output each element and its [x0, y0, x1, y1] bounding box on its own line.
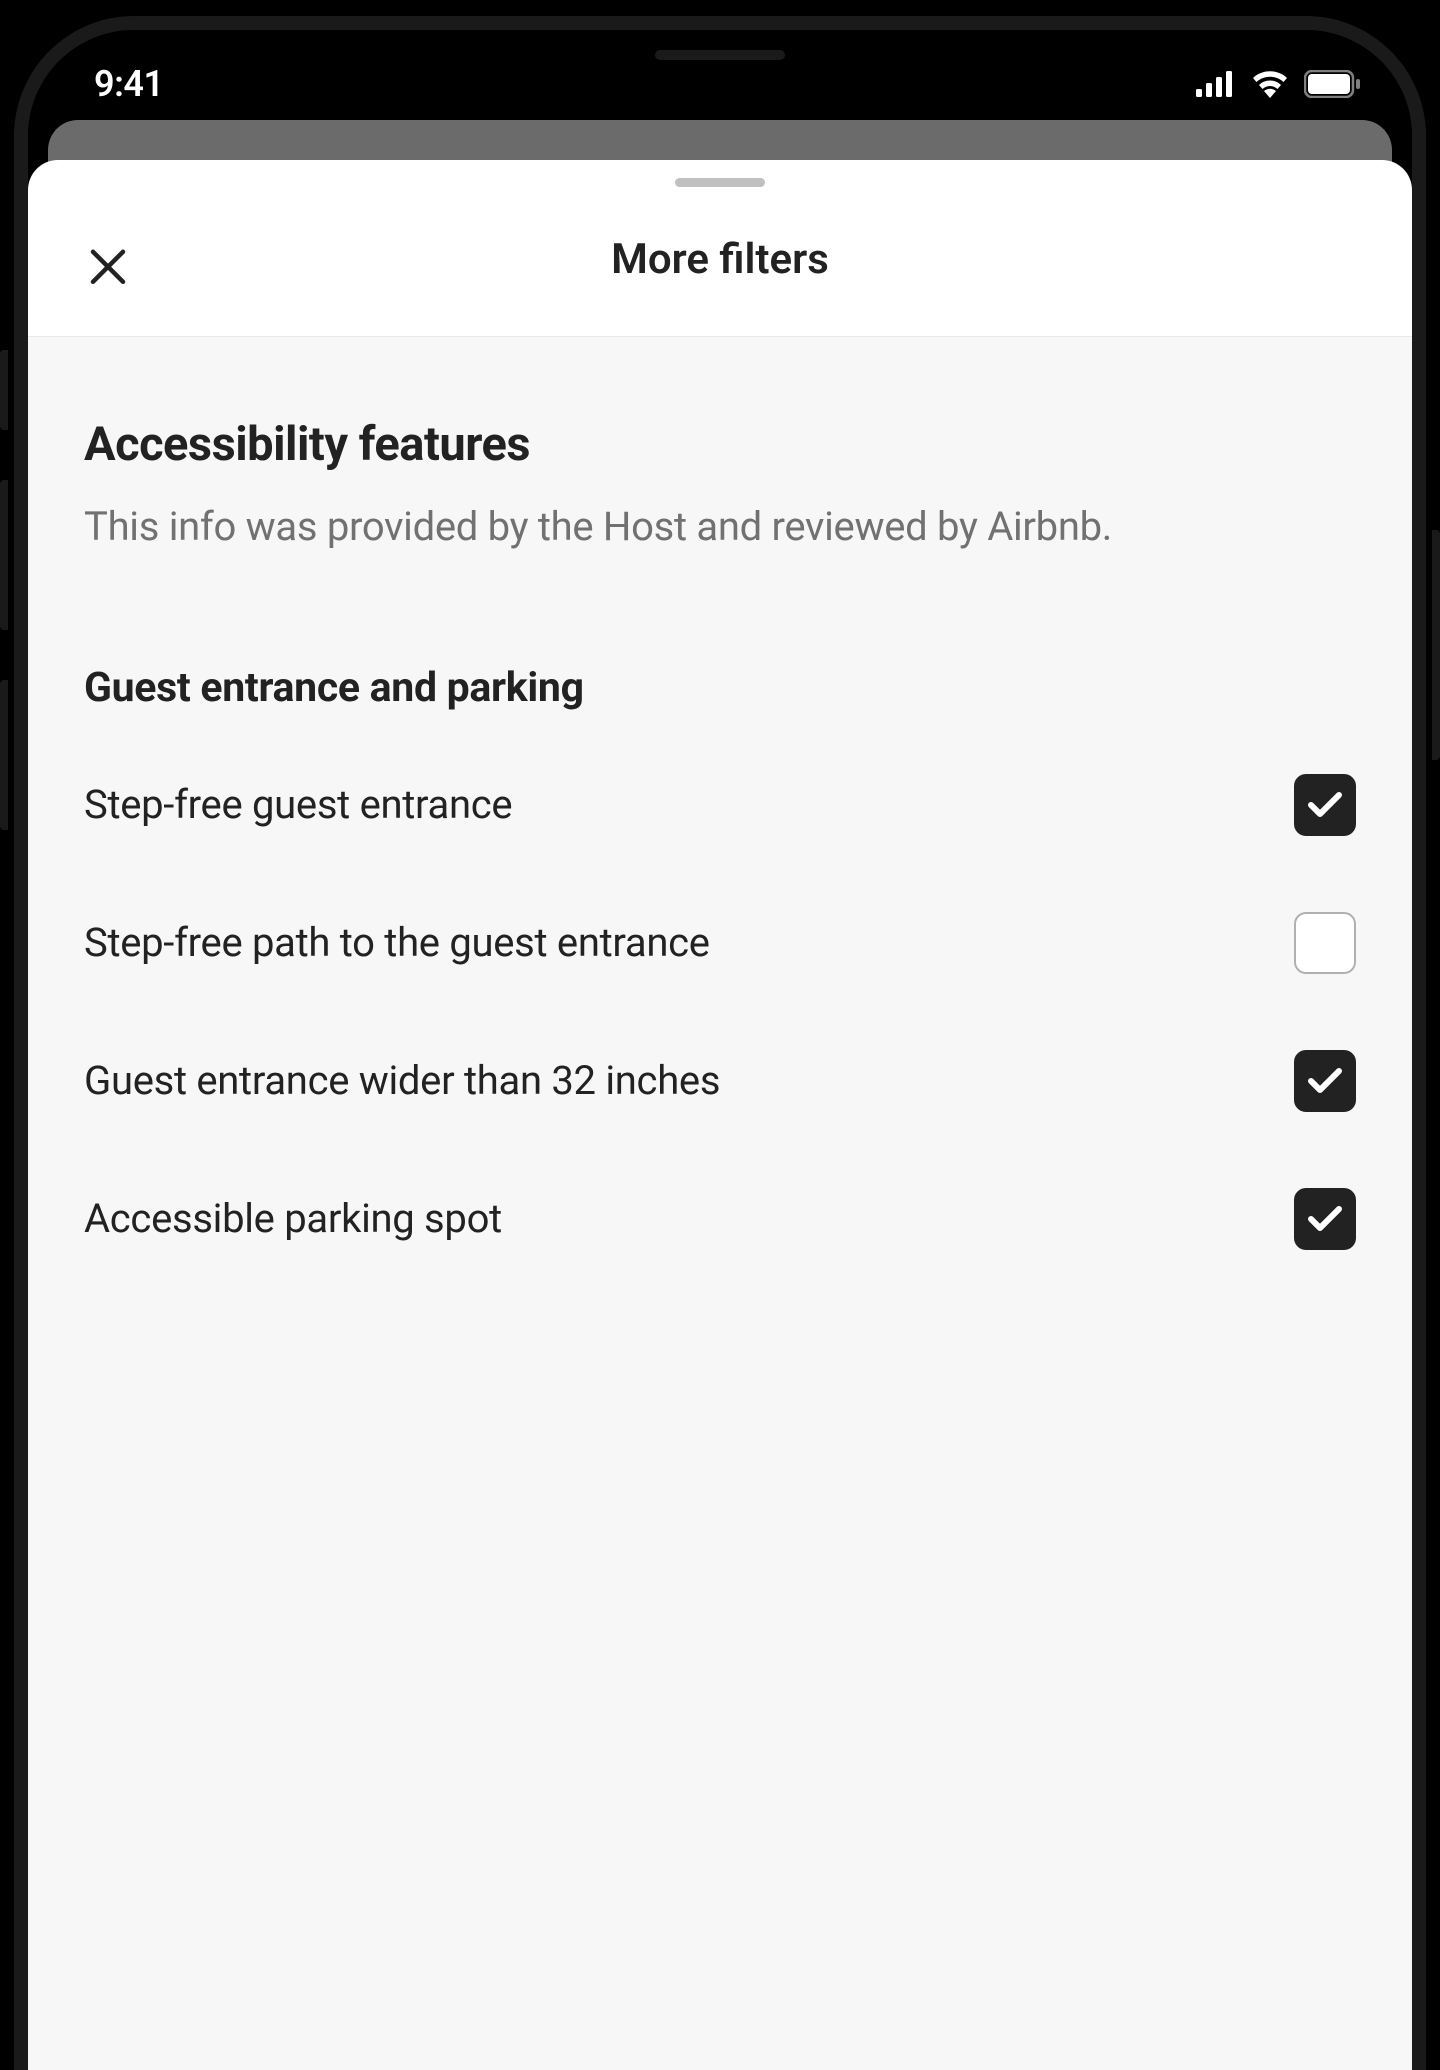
- close-button[interactable]: [84, 242, 132, 290]
- option-checkbox[interactable]: [1294, 1050, 1356, 1112]
- status-icons: [1196, 70, 1362, 98]
- option-checkbox[interactable]: [1294, 912, 1356, 974]
- option-row[interactable]: Guest entrance wider than 32 inches: [84, 1050, 1356, 1112]
- option-checkbox[interactable]: [1294, 1188, 1356, 1250]
- subsection-title: Guest entrance and parking: [84, 664, 1356, 712]
- wifi-icon: [1250, 70, 1290, 98]
- battery-icon: [1304, 70, 1362, 98]
- sheet-body[interactable]: Accessibility features This info was pro…: [28, 337, 1412, 2070]
- sheet-grabber[interactable]: [675, 178, 765, 187]
- close-icon: [89, 247, 127, 285]
- option-label: Step-free guest entrance: [84, 778, 512, 832]
- check-icon: [1307, 1067, 1343, 1095]
- option-row[interactable]: Step-free guest entrance: [84, 774, 1356, 836]
- phone-side-button: [1432, 530, 1440, 760]
- option-label: Accessible parking spot: [84, 1192, 502, 1246]
- phone-frame: 9:41: [14, 16, 1426, 2070]
- section-title: Accessibility features: [84, 417, 1356, 472]
- filters-sheet: More filters Accessibility features This…: [28, 160, 1412, 2070]
- status-time: 9:41: [94, 63, 164, 105]
- sheet-header: More filters: [28, 187, 1412, 337]
- sheet-title: More filters: [611, 235, 829, 284]
- option-label: Guest entrance wider than 32 inches: [84, 1054, 720, 1108]
- cellular-icon: [1196, 71, 1236, 97]
- check-icon: [1307, 1205, 1343, 1233]
- phone-side-button: [0, 680, 8, 830]
- option-row[interactable]: Step-free path to the guest entrance: [84, 912, 1356, 974]
- option-row[interactable]: Accessible parking spot: [84, 1188, 1356, 1250]
- phone-earpiece: [655, 50, 785, 60]
- phone-side-button: [0, 480, 8, 630]
- section-description: This info was provided by the Host and r…: [84, 500, 1356, 554]
- option-checkbox[interactable]: [1294, 774, 1356, 836]
- phone-side-button: [0, 350, 8, 430]
- option-label: Step-free path to the guest entrance: [84, 916, 710, 970]
- check-icon: [1307, 791, 1343, 819]
